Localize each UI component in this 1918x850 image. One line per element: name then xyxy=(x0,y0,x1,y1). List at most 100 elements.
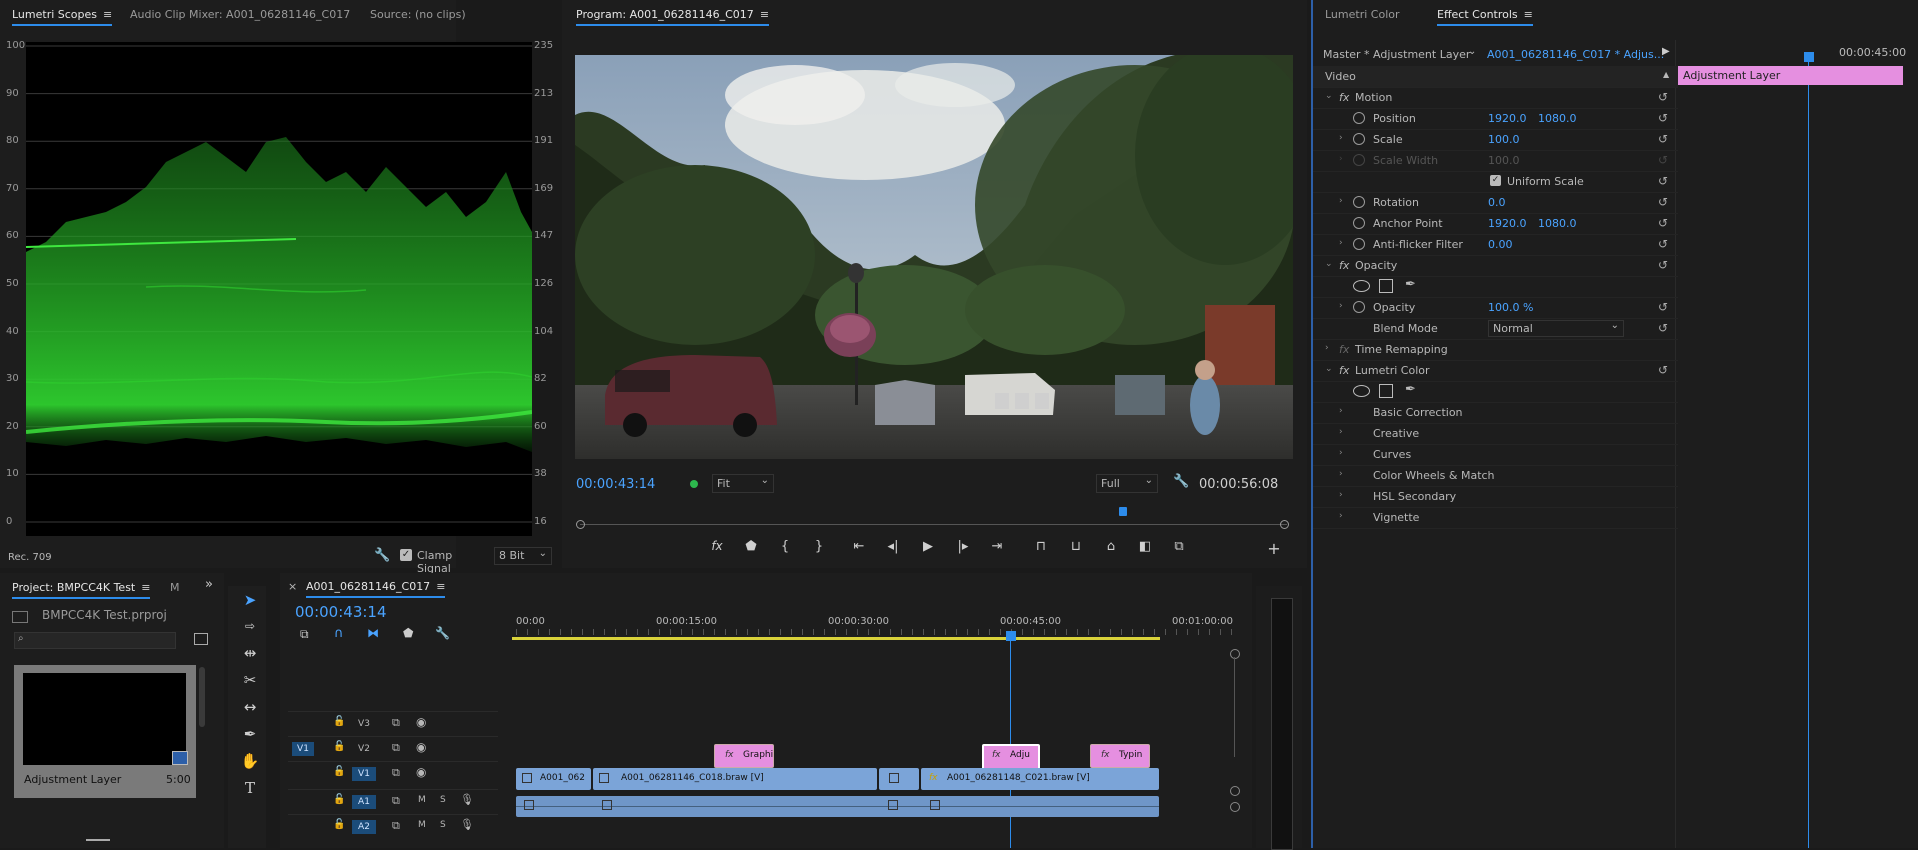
clip-adjustment[interactable]: fx Adju xyxy=(982,744,1040,770)
eye-icon[interactable]: ◉ xyxy=(416,765,426,779)
program-timecode[interactable]: 00:00:43:14 xyxy=(576,477,655,492)
project-scrollbar[interactable] xyxy=(199,667,205,727)
new-search-bin-icon[interactable] xyxy=(194,633,208,645)
lock-icon[interactable]: 🔓 xyxy=(333,766,345,777)
snap-icon[interactable]: ∩ xyxy=(334,626,344,641)
pen-mask-icon[interactable]: ✒ xyxy=(1405,277,1416,292)
go-to-in-icon[interactable]: ⇤ xyxy=(850,539,868,554)
stopwatch-icon[interactable] xyxy=(1353,196,1365,208)
ec-playhead[interactable] xyxy=(1804,52,1814,62)
sync-lock-icon[interactable]: ⧉ xyxy=(392,766,400,780)
row-basic-correction[interactable]: › Basic Correction xyxy=(1313,402,1678,424)
pen-tool-icon[interactable]: ✒ xyxy=(240,724,260,744)
sync-lock-icon[interactable]: ⧉ xyxy=(392,819,400,833)
scrub-end-handle[interactable] xyxy=(1280,520,1289,529)
solo-button[interactable]: S xyxy=(440,820,446,830)
panel-menu-icon[interactable]: ≡ xyxy=(1524,8,1533,21)
chevron-right-icon[interactable]: › xyxy=(1339,196,1343,206)
panel-menu-icon[interactable]: ≡ xyxy=(141,581,150,594)
blend-mode-select[interactable]: Normal ⌄ xyxy=(1488,320,1624,337)
rectangle-mask-icon[interactable] xyxy=(1379,384,1393,398)
slip-tool-icon[interactable]: ↔ xyxy=(240,697,260,717)
opacity-value[interactable]: 100.0 % xyxy=(1488,301,1533,314)
eye-icon[interactable]: ◉ xyxy=(416,740,426,754)
row-position[interactable]: Position 1920.0 1080.0 ↺ xyxy=(1313,108,1678,130)
reset-icon[interactable]: ↺ xyxy=(1658,258,1668,272)
add-marker-icon[interactable]: ⬟ xyxy=(403,626,413,640)
stopwatch-icon[interactable] xyxy=(1353,217,1365,229)
export-frame-icon[interactable]: ⌂ xyxy=(1102,539,1120,554)
wrench-icon[interactable]: 🔧 xyxy=(374,548,390,563)
chevron-right-icon[interactable]: › xyxy=(1339,133,1343,143)
nest-toggle-icon[interactable]: ⧉ xyxy=(300,627,309,642)
clip-selector[interactable]: A001_06281146_C017 * Adjus... xyxy=(1487,48,1664,61)
tab-effect-controls[interactable]: Effect Controls ≡ xyxy=(1437,8,1533,26)
sync-lock-icon[interactable]: ⧉ xyxy=(392,741,400,755)
panel-menu-icon[interactable]: ≡ xyxy=(103,8,112,21)
row-anti-flicker[interactable]: › Anti-flicker Filter 0.00 ↺ xyxy=(1313,234,1678,256)
row-time-remapping[interactable]: › fx Time Remapping xyxy=(1313,339,1678,361)
row-rotation[interactable]: › Rotation 0.0 ↺ xyxy=(1313,192,1678,214)
reset-icon[interactable]: ↺ xyxy=(1658,321,1668,335)
hand-tool-icon[interactable]: ✋ xyxy=(240,751,260,771)
comparison-view-icon[interactable]: ◧ xyxy=(1136,539,1154,554)
play-icon[interactable]: ▶ xyxy=(919,539,937,554)
chevron-down-icon[interactable]: ⌄ xyxy=(1325,259,1333,269)
clip-v1-b[interactable]: A001_06281146_C018.braw [V] xyxy=(593,768,877,790)
project-search-input[interactable]: ⌕ xyxy=(14,632,176,649)
track-label[interactable]: V3 xyxy=(352,717,376,731)
timeline-scroll-handle[interactable] xyxy=(1230,649,1240,659)
ripple-edit-tool-icon[interactable]: ⇹ xyxy=(240,643,260,663)
eye-icon[interactable]: ◉ xyxy=(416,715,426,729)
chevron-right-icon[interactable]: › xyxy=(1339,490,1343,500)
chevron-down-icon[interactable]: ⌄ xyxy=(1325,91,1333,101)
clip-v1-c[interactable] xyxy=(879,768,919,790)
chevron-right-icon[interactable]: › xyxy=(1339,469,1343,479)
add-marker-icon[interactable]: ⬟ xyxy=(742,539,760,554)
lock-icon[interactable]: 🔓 xyxy=(333,741,345,752)
row-blend-mode[interactable]: Blend Mode Normal ⌄ ↺ xyxy=(1313,318,1678,340)
lock-icon[interactable]: 🔓 xyxy=(333,794,345,805)
chevron-right-icon[interactable]: › xyxy=(1339,427,1343,437)
play-only-audio-icon[interactable]: ▶ xyxy=(1662,46,1670,57)
tab-lumetri-scopes[interactable]: Lumetri Scopes ≡ xyxy=(12,8,113,26)
mark-in-icon[interactable]: { xyxy=(776,539,794,554)
lift-icon[interactable]: ⊓ xyxy=(1032,539,1050,554)
mute-button[interactable]: M xyxy=(418,820,426,830)
chevron-right-icon[interactable]: › xyxy=(1339,448,1343,458)
reset-icon[interactable]: ↺ xyxy=(1658,363,1668,377)
row-lumetri-color[interactable]: ⌄ fx Lumetri Color ↺ xyxy=(1313,360,1678,382)
tab-program[interactable]: Program: A001_06281146_C017 ≡ xyxy=(576,8,770,26)
microphone-icon[interactable]: 🎙 xyxy=(460,793,474,806)
row-color-wheels[interactable]: › Color Wheels & Match xyxy=(1313,465,1678,487)
reset-icon[interactable]: ↺ xyxy=(1658,216,1668,230)
timeline-settings-icon[interactable]: 🔧 xyxy=(435,626,450,640)
reset-icon[interactable]: ↺ xyxy=(1658,90,1668,104)
reset-icon[interactable]: ↺ xyxy=(1658,111,1668,125)
project-item-card[interactable]: Adjustment Layer 5:00 xyxy=(14,665,196,798)
stopwatch-icon[interactable] xyxy=(1353,133,1365,145)
pen-mask-icon[interactable]: ✒ xyxy=(1405,382,1416,397)
solo-button[interactable]: S xyxy=(440,795,446,805)
scroll-up-icon[interactable]: ▲ xyxy=(1663,70,1669,79)
go-to-out-icon[interactable]: ⇥ xyxy=(988,539,1006,554)
selection-tool-icon[interactable]: ➤ xyxy=(240,590,260,610)
step-forward-icon[interactable]: |▸ xyxy=(954,539,972,554)
playhead-marker[interactable] xyxy=(1119,507,1127,516)
chevron-down-icon[interactable]: ⌄ xyxy=(1468,46,1476,57)
track-label[interactable]: A2 xyxy=(352,820,376,834)
step-back-icon[interactable]: ◂| xyxy=(884,539,902,554)
uniform-scale-checkbox[interactable]: ✓ xyxy=(1490,175,1501,186)
rotation-value[interactable]: 0.0 xyxy=(1488,196,1506,209)
microphone-icon[interactable]: 🎙 xyxy=(460,818,474,831)
position-y-value[interactable]: 1080.0 xyxy=(1538,112,1577,125)
add-button-icon[interactable]: + xyxy=(1265,539,1283,558)
extract-icon[interactable]: ⊔ xyxy=(1067,539,1085,554)
track-select-tool-icon[interactable]: ⇨ xyxy=(240,616,260,636)
row-vignette[interactable]: › Vignette xyxy=(1313,507,1678,529)
fx-badge[interactable]: fx xyxy=(1339,364,1349,377)
ellipse-mask-icon[interactable] xyxy=(1353,280,1370,292)
clip-typing[interactable]: fx Typin xyxy=(1090,744,1150,768)
timeline-timecode[interactable]: 00:00:43:14 xyxy=(295,603,387,621)
wrench-icon[interactable]: 🔧 xyxy=(1173,474,1189,489)
